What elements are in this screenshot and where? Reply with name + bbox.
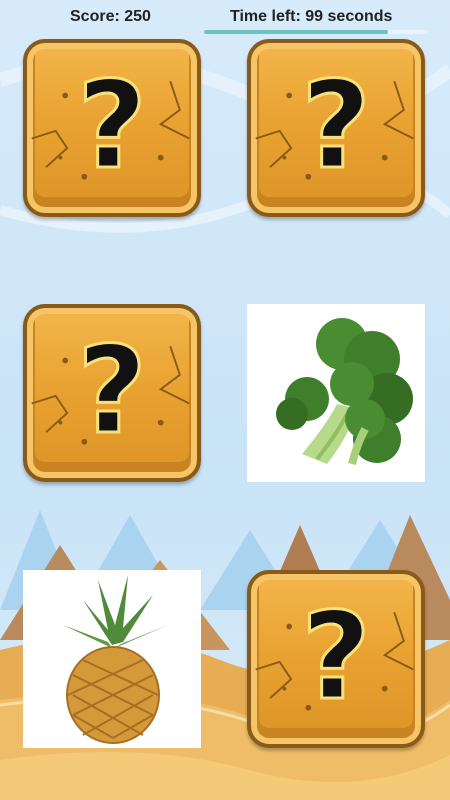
time-progress-fill — [204, 30, 388, 34]
time-left-label: Time left: 99 seconds — [230, 8, 393, 25]
question-mark-icon: ? — [300, 56, 373, 198]
memory-card-6[interactable]: ? — [247, 570, 425, 748]
memory-card-4[interactable] — [247, 304, 425, 482]
question-mark-icon: ? — [76, 56, 149, 198]
memory-card-1[interactable]: ? — [23, 39, 201, 217]
question-mark-icon: ? — [300, 587, 373, 729]
memory-card-2[interactable]: ? — [247, 39, 425, 217]
broccoli-icon — [247, 304, 425, 482]
time-progress-bar — [204, 30, 428, 34]
question-mark-icon: ? — [76, 321, 149, 463]
pineapple-icon — [23, 570, 201, 748]
score-label: Score: 250 — [70, 8, 151, 25]
hud-bar: Score: 250 Time left: 99 seconds — [0, 0, 450, 36]
memory-card-5[interactable] — [23, 570, 201, 748]
memory-card-3[interactable]: ? — [23, 304, 201, 482]
